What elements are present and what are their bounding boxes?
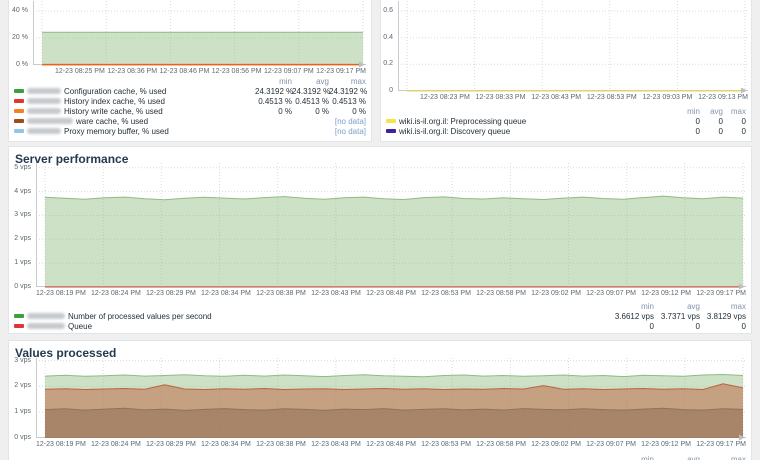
y-axis-labels: 3 vps2 vps1 vps0 vps [0,358,31,438]
series-marker [386,129,396,133]
legend: min avg max [14,455,746,460]
series-avg: 3.7371 vps [654,312,700,321]
legend-row: wiki.is-il.org.il: Preprocessing queue 0… [386,116,746,126]
legend-row: History write cache, % used 0 % 0 % 0 % [14,106,366,116]
series-max: 0.4513 % [329,97,366,106]
legend: min avg max Configuration cache, % used … [14,77,366,136]
series-min: 0 [677,127,700,136]
widget-queues: 0.60.40.20 12-23 08:23 PM12-23 08:33 PM1… [380,0,752,142]
server-performance-plot [36,163,746,287]
server-performance-chart[interactable]: 5 vps4 vps3 vps2 vps1 vps0 vps 12-23 08:… [36,163,746,287]
redacted-host-name [27,313,65,319]
dashboard: { "labels": { "min": "min", "avg": "avg"… [0,0,760,460]
avg-header: avg [654,455,700,460]
series-max: 0 [723,117,746,126]
series-max: 3.8129 vps [700,312,746,321]
series-label: History write cache, % used [64,107,255,116]
series-avg: 0.4513 % [292,97,329,106]
series-marker [386,119,396,123]
avg-header: avg [654,302,700,311]
widget-values-processed: Values processed 3 vps2 vps1 vps0 vps 12… [8,340,752,460]
x-axis-labels: 12-23 08:25 PM12-23 08:36 PM12-23 08:46 … [33,68,366,75]
widget-cache-usage: 40 %20 %0 % 12-23 08:25 PM12-23 08:36 PM… [8,0,372,142]
avg-header: avg [292,77,329,86]
series-min: 24.3192 % [255,87,292,96]
series-avg: 0 [700,127,723,136]
series-max: 0 % [329,107,366,116]
legend-header: min avg max [14,455,746,460]
min-header: min [608,302,654,311]
legend-row: wiki.is-il.org.il: Discovery queue 0 0 0 [386,126,746,136]
max-header: max [700,302,746,311]
values-processed-chart[interactable]: 3 vps2 vps1 vps0 vps 12-23 08:19 PM12-23… [36,358,746,438]
series-min: 0 % [255,107,292,116]
series-marker [14,129,24,133]
legend-row: History index cache, % used 0.4513 % 0.4… [14,96,366,106]
widget-server-performance: Server performance 5 vps4 vps3 vps2 vps1… [8,146,752,334]
legend-header: min avg max [386,107,746,116]
cache-usage-chart[interactable]: 40 %20 %0 % 12-23 08:25 PM12-23 08:36 PM… [33,1,366,65]
series-marker [14,324,24,328]
series-avg: 0 [654,322,700,331]
series-label: wiki.is-il.org.il: Preprocessing queue [399,117,677,126]
legend: min avg max wiki.is-il.org.il: Preproces… [386,107,746,136]
redacted-host-name [27,118,73,124]
series-max: [no data] [329,127,366,136]
x-axis-labels: 12-23 08:19 PM12-23 08:24 PM12-23 08:29 … [36,290,746,297]
min-header: min [255,77,292,86]
avg-header: avg [700,107,723,116]
series-label: ware cache, % used [76,117,255,126]
cache-usage-plot [33,1,366,65]
y-axis-labels: 0.60.40.20 [361,1,393,91]
queues-chart[interactable]: 0.60.40.20 12-23 08:23 PM12-23 08:33 PM1… [398,1,748,91]
series-marker [14,99,24,103]
series-max: [no data] [329,117,366,126]
redacted-host-name [27,128,61,134]
max-header: max [700,455,746,460]
series-marker [14,119,24,123]
series-label: Queue [68,322,608,331]
x-axis-labels: 12-23 08:19 PM12-23 08:24 PM12-23 08:29 … [36,441,746,448]
values-processed-plot [36,358,746,438]
redacted-host-name [27,88,61,94]
series-marker [14,314,24,318]
redacted-host-name [27,323,65,329]
series-avg: 24.3192 % [292,87,329,96]
legend-header: min avg max [14,77,366,86]
legend-header: min avg max [14,302,746,311]
legend-row: Configuration cache, % used 24.3192 % 24… [14,86,366,96]
y-axis-labels: 40 %20 %0 % [0,1,28,65]
legend: min avg max Number of processed values p… [14,302,746,331]
legend-row: Proxy memory buffer, % used [no data] [14,126,366,136]
min-header: min [677,107,700,116]
series-min: 0 [677,117,700,126]
series-avg: 0 [700,117,723,126]
series-max: 0 [723,127,746,136]
redacted-host-name [27,98,61,104]
series-marker [14,109,24,113]
redacted-host-name [27,108,61,114]
series-max: 0 [700,322,746,331]
series-marker [14,89,24,93]
legend-row: ware cache, % used [no data] [14,116,366,126]
series-label: wiki.is-il.org.il: Discovery queue [399,127,677,136]
y-axis-labels: 5 vps4 vps3 vps2 vps1 vps0 vps [0,163,31,287]
series-min: 3.6612 vps [608,312,654,321]
series-min: 0 [608,322,654,331]
series-label: Configuration cache, % used [64,87,255,96]
legend-row: Queue 0 0 0 [14,321,746,331]
min-header: min [608,455,654,460]
series-label: Proxy memory buffer, % used [64,127,255,136]
queues-plot [398,1,748,91]
series-label: History index cache, % used [64,97,255,106]
x-axis-labels: 12-23 08:23 PM12-23 08:33 PM12-23 08:43 … [398,94,748,101]
legend-row: Number of processed values per second 3.… [14,311,746,321]
series-avg: 0 % [292,107,329,116]
max-header: max [723,107,746,116]
series-label: Number of processed values per second [68,312,608,321]
series-min: 0.4513 % [255,97,292,106]
